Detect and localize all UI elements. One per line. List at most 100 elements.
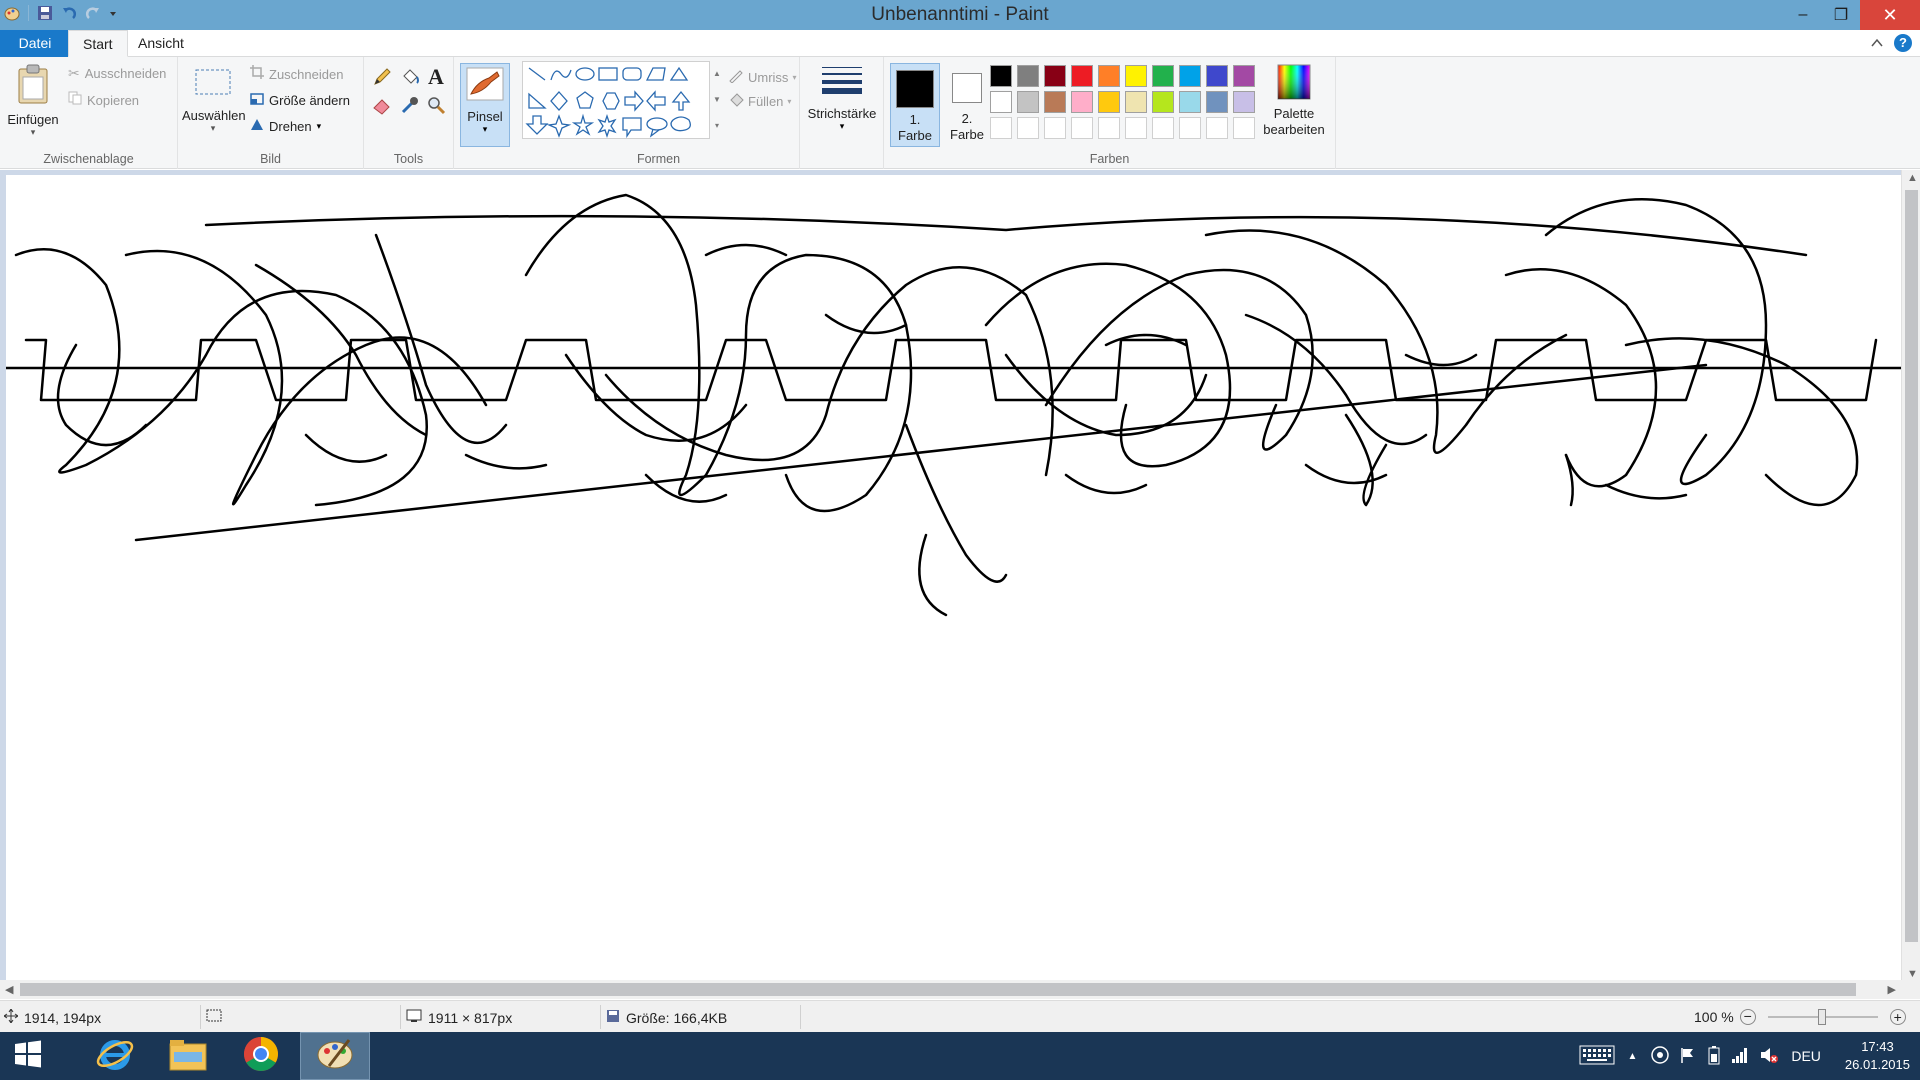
custom-color-slot[interactable] (1098, 117, 1120, 139)
palette-color-swatch[interactable] (1206, 65, 1228, 87)
keyboard-icon[interactable] (1579, 1045, 1615, 1068)
tab-start[interactable]: Start (68, 30, 128, 57)
taskbar-file-explorer[interactable] (153, 1032, 223, 1080)
vertical-scrollbar[interactable]: ▲ ▼ (1901, 170, 1920, 982)
cursor-position-icon (3, 1008, 19, 1026)
action-center-flag-icon[interactable] (1679, 1046, 1697, 1067)
start-button[interactable] (0, 1032, 56, 1080)
cut-button[interactable]: ✂ Ausschneiden (68, 65, 166, 82)
tab-view[interactable]: Ansicht (124, 30, 198, 57)
collapse-ribbon-icon[interactable] (1870, 34, 1884, 57)
zoom-in-icon[interactable]: + (1889, 1009, 1906, 1025)
paste-button[interactable]: Einfügen ▾ (6, 63, 60, 143)
group-image: Auswählen ▾ Zuschneiden Größe ändern Dre… (178, 57, 364, 169)
color1-button[interactable]: 1. Farbe (890, 63, 940, 147)
scroll-down-icon[interactable]: ▼ (1907, 968, 1918, 980)
palette-color-swatch[interactable] (1179, 65, 1201, 87)
palette-color-swatch[interactable] (1017, 65, 1039, 87)
palette-color-swatch[interactable] (1044, 91, 1066, 113)
show-hidden-icons[interactable]: ▲ (1627, 1051, 1637, 1062)
palette-color-swatch[interactable] (1152, 91, 1174, 113)
help-button[interactable]: ? (1894, 34, 1912, 52)
shapes-gallery[interactable] (522, 61, 710, 139)
scroll-right-icon[interactable]: ▶ (1888, 983, 1896, 996)
color2-swatch (952, 73, 982, 103)
vertical-scroll-thumb[interactable] (1905, 190, 1918, 942)
palette-color-swatch[interactable] (1071, 91, 1093, 113)
brushes-label: Pinsel (467, 109, 503, 124)
input-language[interactable]: DEU (1791, 1048, 1821, 1064)
zoom-out-icon[interactable]: − (1739, 1009, 1756, 1025)
zoom-slider-thumb[interactable] (1817, 1009, 1826, 1025)
color2-button[interactable]: 2. Farbe (944, 63, 990, 147)
select-button[interactable]: Auswählen ▾ (182, 67, 246, 134)
shapes-scroll[interactable]: ▲ ▼ ▾ (712, 61, 722, 139)
zoom-slider[interactable] (1767, 1009, 1878, 1025)
restore-button[interactable]: ❐ (1822, 0, 1860, 30)
clock[interactable]: 17:43 26.01.2015 (1845, 1038, 1910, 1074)
rainbow-palette-icon (1276, 64, 1312, 105)
magnifier-icon[interactable] (426, 95, 446, 120)
windows-logo-icon (13, 1039, 43, 1074)
palette-color-swatch[interactable] (1098, 91, 1120, 113)
status-bar: 1914, 194px 1911 × 817px Größe: 166,4KB … (0, 1000, 1920, 1032)
color-picker-icon[interactable] (400, 95, 420, 120)
custom-color-slot[interactable] (990, 117, 1012, 139)
custom-color-slot[interactable] (1125, 117, 1147, 139)
palette-color-swatch[interactable] (1125, 65, 1147, 87)
palette-color-swatch[interactable] (1017, 91, 1039, 113)
horizontal-scroll-thumb[interactable] (20, 983, 1856, 996)
outline-button[interactable]: Umriss ▾ (728, 67, 796, 88)
window-title: Unbenanntimi - Paint (871, 4, 1049, 25)
minimize-button[interactable]: – (1784, 0, 1822, 30)
eraser-icon[interactable] (372, 95, 392, 120)
copy-button[interactable]: Kopieren (68, 91, 139, 110)
internet-explorer-icon (95, 1034, 135, 1079)
palette-color-swatch[interactable] (1098, 65, 1120, 87)
battery-icon[interactable] (1707, 1045, 1721, 1068)
pencil-icon[interactable] (372, 67, 392, 92)
custom-color-slot[interactable] (1152, 117, 1174, 139)
palette-color-swatch[interactable] (990, 65, 1012, 87)
drawing-canvas[interactable] (6, 175, 1901, 982)
custom-color-slot[interactable] (1206, 117, 1228, 139)
rotate-button[interactable]: Drehen ▾ (250, 117, 321, 136)
taskbar-chrome[interactable] (226, 1032, 296, 1080)
palette-color-swatch[interactable] (1179, 91, 1201, 113)
horizontal-scrollbar[interactable]: ◀ ▶ (0, 980, 1920, 999)
ribbon: Einfügen ▾ ✂ Ausschneiden Kopieren Zwisc… (0, 57, 1920, 169)
palette-color-swatch[interactable] (1125, 91, 1147, 113)
brushes-button[interactable]: Pinsel ▾ (460, 63, 510, 147)
fill-bucket-icon[interactable] (400, 67, 420, 92)
resize-button[interactable]: Größe ändern (250, 91, 350, 110)
taskbar-internet-explorer[interactable] (80, 1032, 150, 1080)
tab-file[interactable]: Datei (0, 30, 70, 57)
palette-color-swatch[interactable] (1152, 65, 1174, 87)
volume-muted-icon[interactable] (1759, 1046, 1779, 1067)
custom-color-slot[interactable] (1071, 117, 1093, 139)
network-settings-icon[interactable] (1651, 1045, 1670, 1067)
palette-color-swatch[interactable] (1233, 65, 1255, 87)
edit-colors-button[interactable]: Palette bearbeiten (1260, 63, 1328, 138)
scroll-up-icon[interactable]: ▲ (1907, 172, 1918, 184)
palette-color-swatch[interactable] (1071, 65, 1093, 87)
close-button[interactable]: ✕ (1860, 0, 1920, 30)
rotate-label: Drehen (269, 119, 312, 134)
folder-icon (168, 1036, 208, 1077)
custom-color-slot[interactable] (1017, 117, 1039, 139)
clock-date: 26.01.2015 (1844, 1057, 1910, 1072)
signal-icon[interactable] (1731, 1047, 1749, 1066)
crop-button[interactable]: Zuschneiden (250, 65, 343, 84)
custom-color-slot[interactable] (1044, 117, 1066, 139)
custom-color-slot[interactable] (1233, 117, 1255, 139)
fill-button[interactable]: Füllen ▾ (728, 91, 791, 112)
palette-color-swatch[interactable] (1044, 65, 1066, 87)
text-tool-icon[interactable]: A (428, 64, 444, 90)
scroll-left-icon[interactable]: ◀ (5, 983, 13, 996)
palette-color-swatch[interactable] (990, 91, 1012, 113)
stroke-size-button[interactable]: Strichstärke ▾ (806, 63, 878, 132)
palette-color-swatch[interactable] (1233, 91, 1255, 113)
taskbar-paint[interactable] (300, 1032, 370, 1080)
custom-color-slot[interactable] (1179, 117, 1201, 139)
palette-color-swatch[interactable] (1206, 91, 1228, 113)
